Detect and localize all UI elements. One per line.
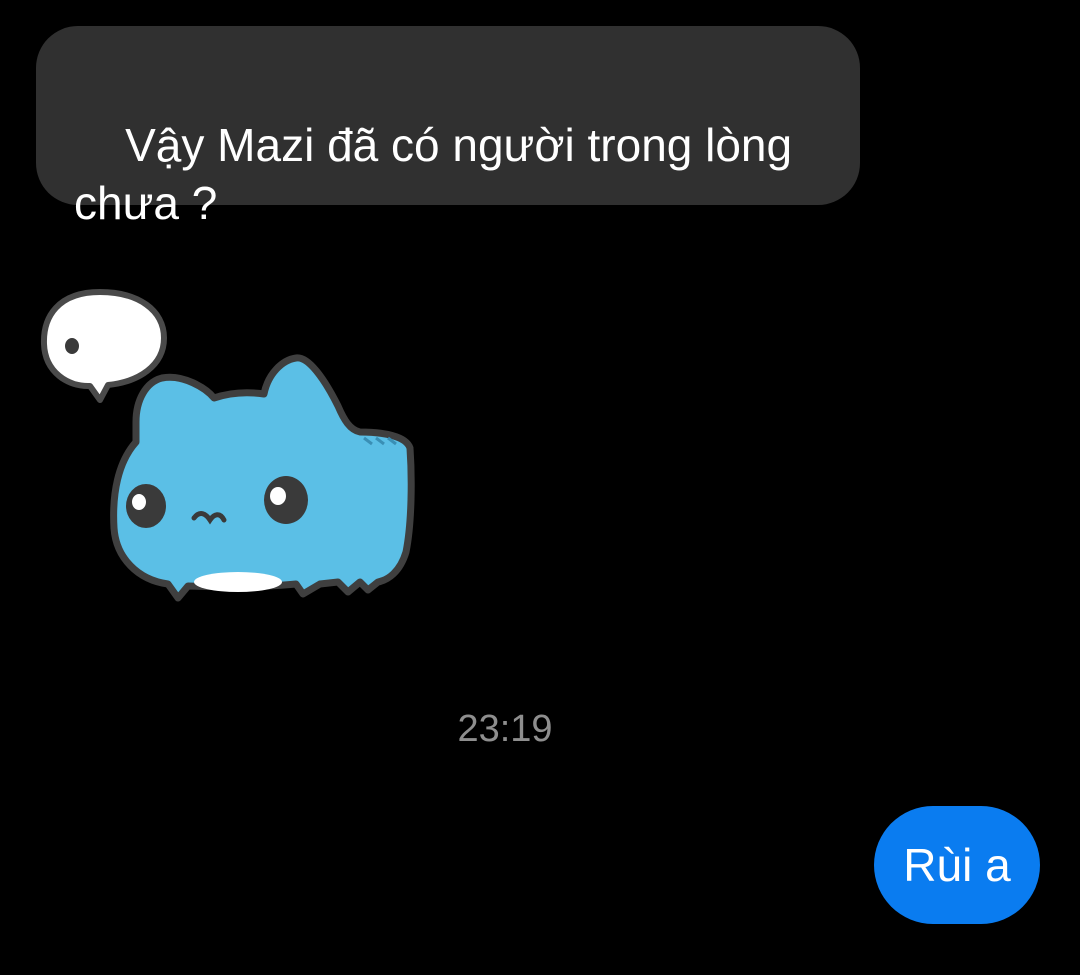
incoming-message-text: Vậy Mazi đã có người trong lòng chưa ? (74, 119, 805, 229)
message-thread: Vậy Mazi đã có người trong lòng chưa ? 2… (0, 0, 1080, 975)
sticker-message[interactable] (38, 282, 428, 612)
outgoing-message-bubble[interactable]: Rùi a (874, 806, 1040, 924)
outgoing-message-text: Rùi a (903, 839, 1011, 891)
message-timestamp: 23:19 (457, 708, 553, 750)
blue-cat-sticker-icon (40, 289, 415, 602)
cat-body-icon (110, 354, 415, 602)
incoming-message-bubble[interactable]: Vậy Mazi đã có người trong lòng chưa ? (36, 26, 860, 229)
